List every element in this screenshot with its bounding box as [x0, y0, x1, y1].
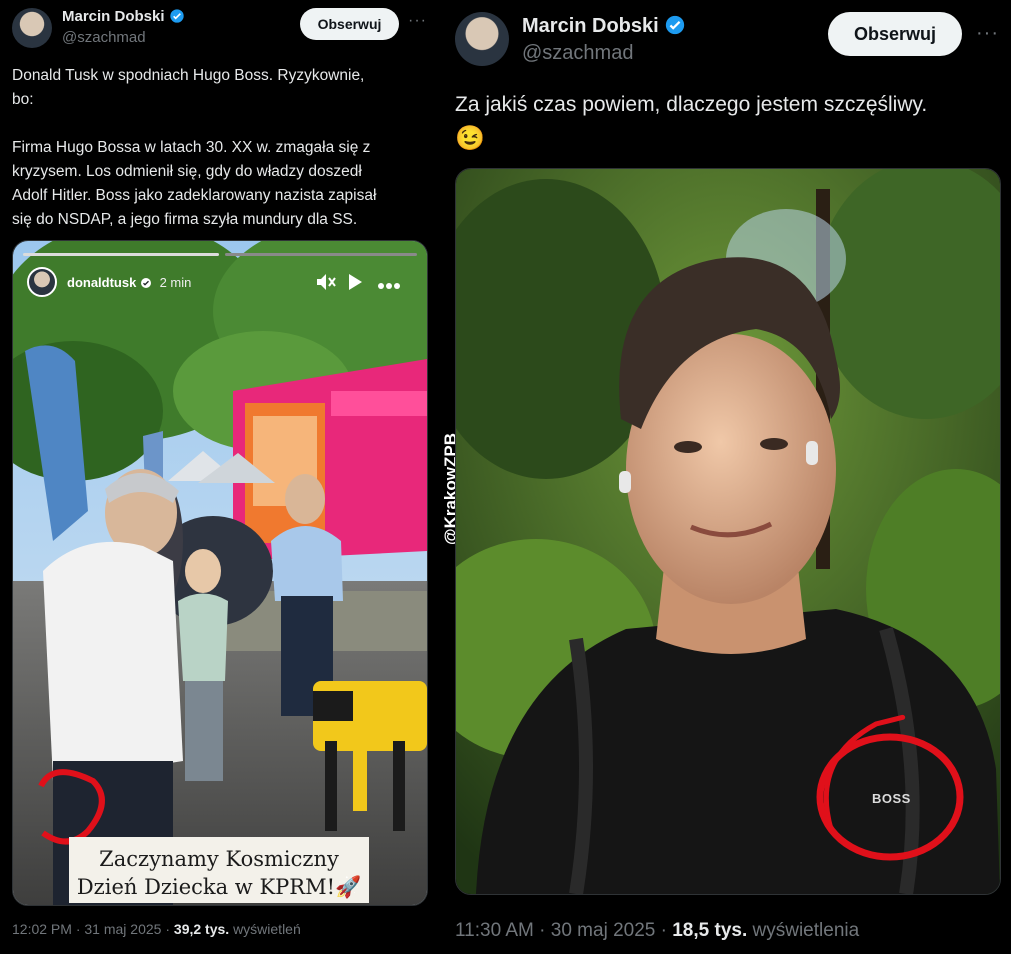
shirt-logo: BOSS: [872, 791, 911, 806]
tweet-text-line: się do NSDAP, a jego firma szyła mundury…: [12, 211, 358, 228]
verified-badge-icon: [169, 8, 185, 25]
story-verified-icon: [140, 275, 152, 290]
views-count: 18,5 tys.: [672, 920, 748, 941]
tweet-text-line: bo:: [12, 91, 34, 108]
author-handle[interactable]: @szachmad: [62, 29, 146, 46]
separator: ·: [539, 920, 546, 941]
story-caption: Zaczynamy Kosmiczny Dzień Dziecka w KPRM…: [69, 845, 369, 901]
tweet-text-line: Za jakiś czas powiem, dlaczego jestem sz…: [455, 93, 928, 116]
play-icon[interactable]: [347, 273, 363, 296]
tweet-text-line: Adolf Hitler. Boss jako zadeklarowany na…: [12, 187, 377, 204]
story-avatar[interactable]: [27, 267, 57, 297]
tweet-text: Donald Tusk w spodniach Hugo Boss. Ryzyk…: [12, 64, 422, 232]
mute-icon[interactable]: [315, 273, 337, 296]
follow-button[interactable]: Obserwuj: [828, 12, 962, 56]
story-time: 2 min: [159, 275, 192, 290]
tweet-date[interactable]: 31 maj 2025: [84, 921, 161, 937]
selfie-photo: [456, 169, 1000, 894]
more-options-icon[interactable]: ···: [408, 12, 427, 30]
author-name[interactable]: Marcin Dobski: [522, 15, 659, 37]
views-label: wyświetlenia: [752, 920, 860, 941]
tweet-meta: 12:02 PM · 31 maj 2025 · 39,2 tys. wyświ…: [12, 921, 301, 937]
tweet-media-story[interactable]: donaldtusk 2 min Zaczynamy Kosmiczny Dzi…: [12, 240, 428, 906]
avatar[interactable]: [455, 12, 509, 66]
tweet-media-photo[interactable]: BOSS: [455, 168, 1001, 895]
story-caption-line: Zaczynamy Kosmiczny: [99, 847, 339, 871]
views-count: 39,2 tys.: [173, 921, 230, 937]
story-username[interactable]: donaldtusk: [67, 275, 136, 290]
tweet-text-line: Firma Hugo Bossa w latach 30. XX w. zmag…: [12, 139, 371, 156]
wink-emoji-icon: 😉: [455, 125, 485, 152]
separator: ·: [660, 920, 667, 941]
verified-badge-icon: [664, 14, 686, 38]
avatar[interactable]: [12, 8, 52, 48]
more-options-icon[interactable]: ···: [976, 22, 999, 45]
views-label: wyświetleń: [233, 921, 301, 937]
story-caption-line: Dzień Dziecka w KPRM!🚀: [76, 875, 362, 899]
tweet-time[interactable]: 12:02 PM: [12, 921, 72, 937]
separator: ·: [165, 921, 171, 937]
story-more-icon[interactable]: [377, 277, 401, 295]
tweet-text-line: Donald Tusk w spodniach Hugo Boss. Ryzyk…: [12, 67, 365, 84]
tweet-text: Za jakiś czas powiem, dlaczego jestem sz…: [455, 90, 1000, 154]
author-handle[interactable]: @szachmad: [522, 42, 633, 65]
story-photo: [13, 241, 427, 905]
follow-button[interactable]: Obserwuj: [300, 8, 399, 40]
tweet-date[interactable]: 30 maj 2025: [551, 920, 656, 941]
author-name[interactable]: Marcin Dobski: [62, 8, 165, 25]
tweet-text-line: kryzysem. Los odmienił się, gdy do władz…: [12, 163, 362, 180]
separator: ·: [75, 921, 81, 937]
tweet-time[interactable]: 11:30 AM: [455, 920, 534, 941]
tweet-meta: 11:30 AM · 30 maj 2025 · 18,5 tys. wyświ…: [455, 920, 859, 942]
